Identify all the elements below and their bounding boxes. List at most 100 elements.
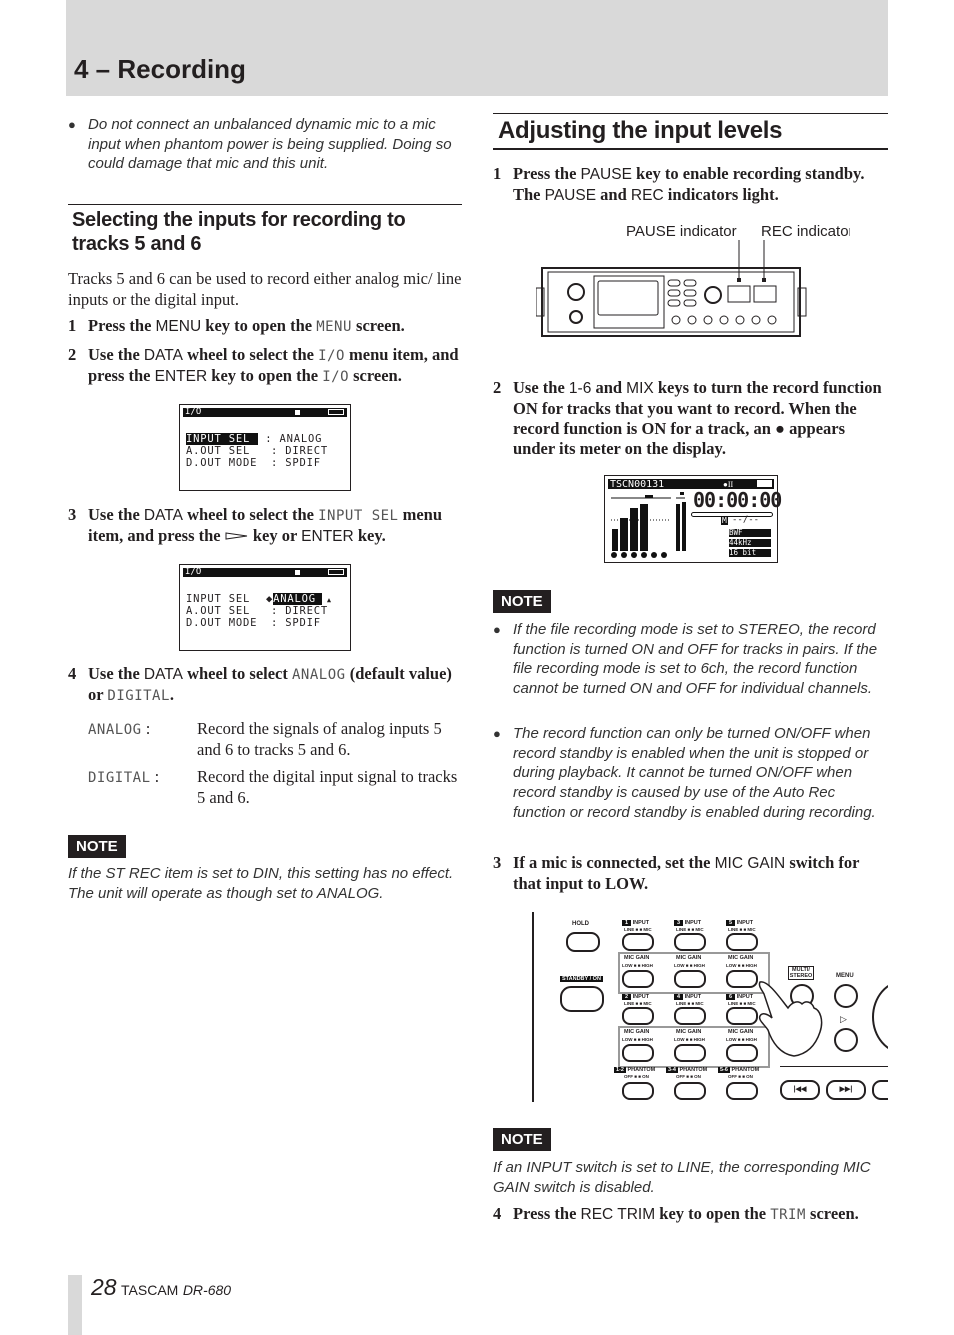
step-text: Press the [88,316,156,335]
warning-bullet: ● Do not connect an unbalanced dynamic m… [68,116,452,173]
off-on-label: OFF ■ ■ ON [728,1074,753,1079]
mic-gain-switch[interactable] [674,1044,706,1062]
lcd-item: A.OUT SEL [186,445,251,457]
mic-gain-switch[interactable] [622,1044,654,1062]
input-label: INPUT [736,994,754,1000]
key-name: ENTER [301,528,354,545]
phantom-label: PHANTOM [679,1067,708,1073]
meter-bar-mix-r [682,502,686,551]
step-text: wheel to select the [182,345,319,364]
screen-name: I/O [322,369,350,385]
meter-bar-mix-l [676,504,680,551]
rec-indicator-callout: REC indicator [761,223,850,240]
low-high-label: LOW ■ ■ HIGH [622,963,653,968]
warning-text: Do not connect an unbalanced dynamic mic… [88,116,452,173]
menu-name: INPUT SEL [318,508,399,524]
low-high-label: LOW ■ ■ HIGH [674,963,705,968]
value-name: ANALOG [292,667,346,683]
input-switch[interactable] [674,933,706,951]
scroll-up-icon: ▲ [321,596,332,604]
input-label: INPUT [632,920,650,926]
model-name: DR-680 [182,1282,232,1298]
stop-icon [295,570,300,575]
enter-button [834,1028,858,1052]
low-high-label: LOW ■ ■ HIGH [674,1037,705,1042]
lcd-value: : ANALOG [265,433,323,445]
input-switch[interactable] [726,933,758,951]
input-switch[interactable] [622,1007,654,1025]
input-switch[interactable] [622,933,654,951]
low-high-label: LOW ■ ■ HIGH [726,963,757,968]
note-badge: NOTE [493,1128,551,1151]
phantom-switch[interactable] [726,1082,758,1100]
key-name: REC TRIM [580,1206,656,1223]
page-number: 28 [91,1274,117,1300]
step-text: wheel to select [182,664,292,683]
phantom-switch[interactable] [622,1082,654,1100]
line-mic-label: LINE ■ ■ MIC [624,927,652,932]
menu-label: MENU [836,973,854,979]
definition-term-analog: ANALOG : [88,719,151,738]
standby-label: STANDBY / ON [560,976,603,982]
lcd-io-screen-1: I/O INPUT SEL : ANALOG A.OUT SEL : DIRECT… [179,404,351,491]
recorder-front-panel-illustration [536,240,807,337]
low-high-label: LOW ■ ■ HIGH [726,1037,757,1042]
off-on-label: OFF ■ ■ ON [676,1074,701,1079]
note-bullet-2: ● The record function can only be turned … [493,725,876,821]
channel-number: 3 [674,920,684,926]
level-meters [611,492,686,558]
phantom-switch[interactable] [674,1082,706,1100]
step-3: 3 Use the DATA wheel to select the INPUT… [68,505,464,547]
key-name: DATA [143,666,183,683]
lcd-value: : DIRECT [271,605,328,617]
line-mic-label: LINE ■ ■ MIC [676,927,704,932]
battery-icon [328,409,344,415]
input-switch[interactable] [674,1007,706,1025]
step-text: Use the [88,664,144,683]
step-number: 2 [68,345,77,364]
lcd-title-bar [183,408,347,417]
input-panel-illustration: HOLD STANDBY / ON 1 INPUT LINE ■ ■ MIC MIC… [530,910,888,1105]
lcd-io-screen-2: I/O INPUT SEL ◆ANALOG ▲ A.OUT SEL: DIRECT… [179,564,351,651]
definition-desc-analog: Record the signals of analog inputs 5 an… [197,719,442,759]
channel-number: 6 [726,994,736,1000]
mic-gain-switch[interactable] [726,970,758,988]
phantom-label: PHANTOM [731,1067,760,1073]
step-number: 4 [493,1204,502,1223]
footer-tab [68,1275,82,1335]
hold-label: HOLD [572,921,589,927]
intro-paragraph: Tracks 5 and 6 can be used to record eit… [68,269,462,309]
step-number: 1 [68,316,77,335]
step-2: 2 Use the DATA wheel to select the I/O m… [68,345,464,387]
note-badge: NOTE [68,835,126,858]
lcd-item-selected: INPUT SEL [186,433,259,445]
right-step-4: 4 Press the REC TRIM key to open the TRI… [493,1204,889,1225]
input-label: INPUT [736,920,754,926]
play-key-icon [225,532,247,540]
hold-switch [566,932,600,952]
step-4: 4 Use the DATA wheel to select ANALOG (d… [68,664,464,706]
mic-gain-switch[interactable] [622,970,654,988]
key-name: MENU [155,318,202,335]
lcd-time-counter: 00:00:00 [693,488,782,512]
step-text: Use the [513,378,569,397]
step-text: key or [248,526,302,545]
step-text: Use the [88,345,144,364]
right-step-1: 1 Press the PAUSE key to enable recordin… [493,164,889,206]
line-mic-label: LINE ■ ■ MIC [676,1001,704,1006]
key-name: MIC GAIN [714,855,786,872]
stop-icon [295,410,300,415]
step-text: key to open the [207,366,323,385]
lcd-value: : DIRECT [271,445,328,457]
standby-button [560,986,604,1012]
lcd-title: I/O [185,407,202,417]
lcd-home-screen: TSCN00131 ●II 00:00:00 M --/-- BWF 44kHz… [604,475,782,563]
mic-gain-label: MIC GAIN [676,1029,702,1035]
input-switch[interactable] [726,1007,758,1025]
step-text: indicators light. [663,185,779,204]
mic-gain-switch[interactable] [726,1044,758,1062]
term: DIGITAL [88,770,151,786]
step-number: 3 [493,853,502,872]
mic-gain-switch[interactable] [674,970,706,988]
step-number: 3 [68,505,77,524]
